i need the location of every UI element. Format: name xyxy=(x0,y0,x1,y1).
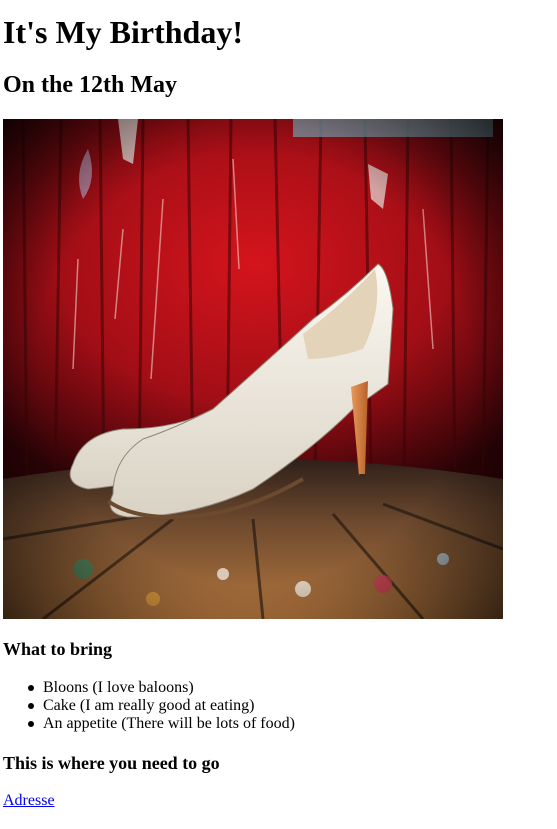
list-item: Cake (I am really good at eating) xyxy=(28,697,295,715)
where-to-go-heading: This is where you need to go xyxy=(3,753,220,773)
bring-list: Bloons (I love baloons) Cake (I am reall… xyxy=(3,679,295,733)
list-item: Bloons (I love baloons) xyxy=(28,679,295,697)
page-subtitle: On the 12th May xyxy=(3,72,177,98)
bullet-icon xyxy=(28,685,34,691)
bullet-icon xyxy=(28,721,34,727)
bullet-icon xyxy=(28,703,34,709)
what-to-bring-heading: What to bring xyxy=(3,639,113,659)
list-item-text: An appetite (There will be lots of food) xyxy=(43,715,295,732)
high-heel-shoes-photo-icon xyxy=(3,119,503,619)
list-item-text: Cake (I am really good at eating) xyxy=(43,697,255,714)
list-item: An appetite (There will be lots of food) xyxy=(28,715,295,733)
address-link[interactable]: Adresse xyxy=(3,792,55,810)
shoes-photo xyxy=(3,119,503,619)
list-item-text: Bloons (I love baloons) xyxy=(43,679,194,696)
page-title: It's My Birthday! xyxy=(3,14,243,50)
